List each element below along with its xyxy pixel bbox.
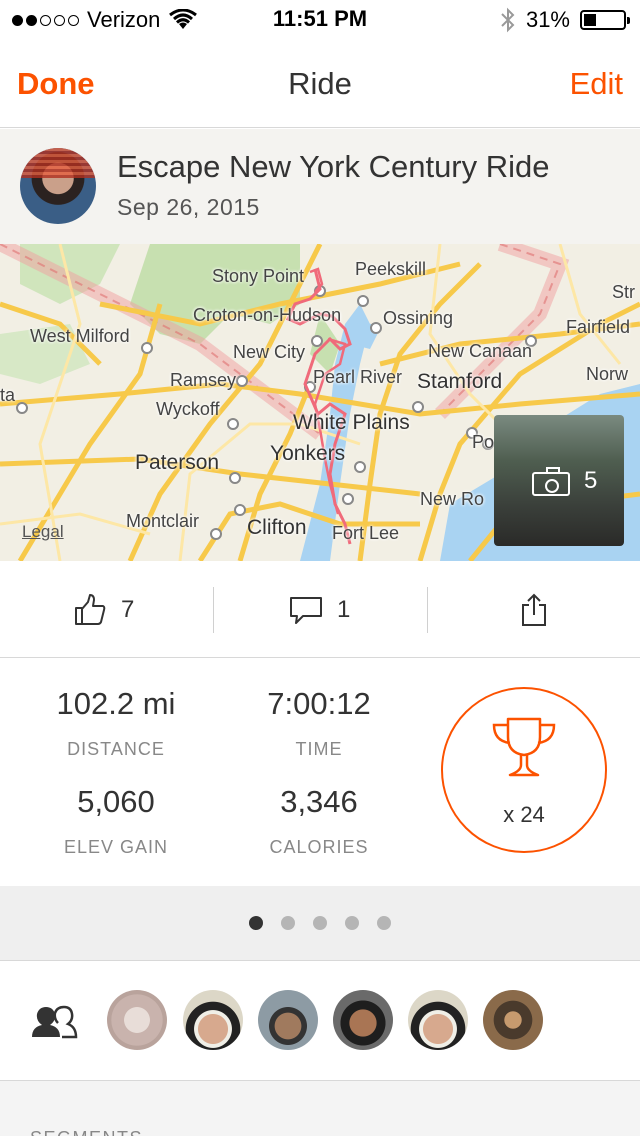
legal-link[interactable]: Legal <box>22 522 64 542</box>
map-label: New Ro <box>420 489 485 509</box>
map-label: Croton-on-Hudson <box>193 305 342 325</box>
map-label: Clifton <box>247 516 307 539</box>
achievements-button[interactable]: x 24 <box>441 687 607 853</box>
battery-icon <box>580 10 630 30</box>
page-dot[interactable] <box>313 916 327 930</box>
map-label: Stamford <box>417 370 503 393</box>
photo-count: 5 <box>584 467 598 494</box>
distance-value: 102.2 mi <box>56 686 176 721</box>
kudos-button[interactable]: 7 <box>73 587 134 633</box>
map-label: Norw <box>586 364 629 384</box>
athlete-avatar[interactable] <box>183 990 243 1050</box>
navigation-bar: Done Ride Edit <box>0 40 640 128</box>
page-title: Ride <box>288 66 352 101</box>
map-label: Ossining <box>383 308 454 328</box>
group-athletes[interactable] <box>0 961 640 1081</box>
kudos-count: 7 <box>121 596 135 623</box>
map-label: White Plains <box>293 411 410 434</box>
map-label: Po <box>472 432 495 452</box>
time-label: TIME <box>295 739 343 759</box>
map-label: Str <box>612 282 636 302</box>
athlete-avatar[interactable] <box>333 990 393 1050</box>
bluetooth-icon <box>501 7 515 33</box>
athlete-avatar[interactable] <box>258 990 318 1050</box>
page-indicator <box>0 886 640 961</box>
social-actions: 7 1 <box>0 561 640 658</box>
share-icon <box>522 593 546 626</box>
elev-gain-label: ELEV GAIN <box>63 837 169 857</box>
map-label: Peekskill <box>355 259 427 279</box>
map-label: Yonkers <box>270 442 346 465</box>
athlete-avatar[interactable] <box>107 990 167 1050</box>
comment-icon <box>290 597 322 624</box>
map-label: West Milford <box>30 326 130 346</box>
comments-button[interactable]: 1 <box>289 587 350 633</box>
athlete-avatar[interactable] <box>408 990 468 1050</box>
camera-icon <box>532 467 570 496</box>
map-label: New City <box>233 342 306 362</box>
page-dot[interactable] <box>281 916 295 930</box>
page-dot[interactable] <box>345 916 359 930</box>
status-right: 31% <box>500 6 630 34</box>
elev-gain-value: 5,060 <box>77 784 155 819</box>
trophy-icon <box>492 717 556 777</box>
route-map[interactable]: Stony Point Peekskill Croton-on-Hudson O… <box>0 244 640 561</box>
calories-value: 3,346 <box>280 784 358 819</box>
group-athletes-icon <box>32 1005 78 1039</box>
page-dot[interactable] <box>377 916 391 930</box>
page-dot[interactable] <box>249 916 263 930</box>
divider <box>427 587 428 633</box>
map-label: Stony Point <box>212 266 305 286</box>
athlete-avatar[interactable] <box>483 990 543 1050</box>
map-label: Fairfield <box>566 317 631 337</box>
activity-stats: 102.2 mi DISTANCE 7:00:12 TIME 5,060 ELE… <box>0 658 640 886</box>
time-value: 7:00:12 <box>267 686 371 721</box>
comments-count: 1 <box>337 596 351 623</box>
activity-date: Sep 26, 2015 <box>117 194 260 220</box>
map-label: Fort Lee <box>332 523 400 543</box>
map-label: Montclair <box>126 511 200 531</box>
map-label: ta <box>0 385 16 405</box>
calories-label: CALORIES <box>269 837 369 857</box>
map-label: Paterson <box>135 451 220 474</box>
activity-title: Escape New York Century Ride <box>117 149 550 184</box>
divider <box>213 587 214 633</box>
athlete-avatar[interactable] <box>20 148 96 224</box>
map-label: Pearl River <box>313 367 403 387</box>
share-button[interactable] <box>520 587 548 633</box>
segments-header: SEGMENTS <box>30 1128 143 1136</box>
map-label: Wyckoff <box>156 399 220 419</box>
activity-header: Escape New York Century Ride Sep 26, 201… <box>0 129 640 244</box>
achievements-count: x 24 <box>503 802 545 827</box>
photo-thumbnail[interactable]: 5 <box>494 415 624 546</box>
map-label: New Canaan <box>428 341 533 361</box>
thumbs-up-icon <box>75 594 106 625</box>
status-bar: Verizon 11:51 PM 31% <box>0 0 640 40</box>
map-label: Ramsey <box>170 370 237 390</box>
edit-button[interactable]: Edit <box>570 66 623 102</box>
distance-label: DISTANCE <box>67 739 165 759</box>
segments-section: SEGMENTS <box>0 1081 640 1136</box>
battery-percent: 31% <box>525 7 570 32</box>
